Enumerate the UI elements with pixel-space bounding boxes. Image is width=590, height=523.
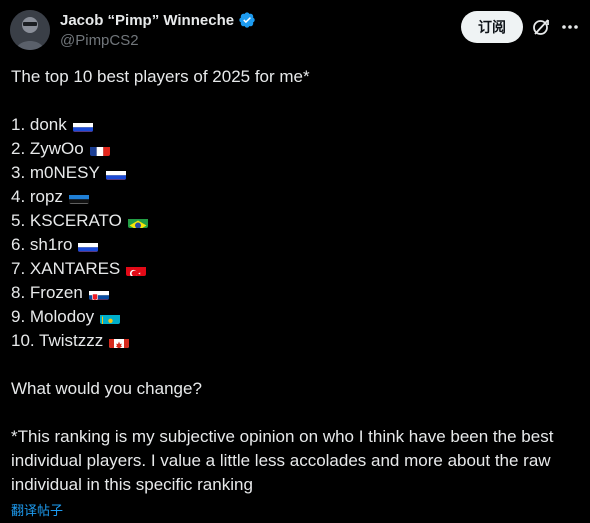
russia-flag-icon	[105, 167, 126, 180]
ranking-item-text: 9. Molodoy	[11, 307, 95, 326]
ranking-item-text: 8. Frozen	[11, 283, 83, 302]
ranking-item: 8. Frozen	[11, 281, 581, 305]
estonia-flag-icon	[68, 191, 89, 204]
brazil-flag-icon	[127, 215, 148, 228]
ranking-item: 1. donk	[11, 113, 581, 137]
avatar[interactable]	[10, 10, 50, 50]
kazakhstan-flag-icon	[100, 311, 121, 324]
translate-post-link[interactable]: 翻译帖子	[11, 500, 63, 519]
author-name-row[interactable]: Jacob “Pimp” Winneche	[60, 11, 256, 29]
subscribe-button[interactable]: 订阅	[461, 11, 523, 43]
ranking-item-text: 5. KSCERATO	[11, 211, 122, 230]
ranking-item-text: 10. Twistzzz	[11, 331, 104, 350]
post-body: The top 10 best players of 2025 for me* …	[11, 65, 581, 497]
more-icon[interactable]	[560, 17, 580, 37]
ranking-item-text: 4. ropz	[11, 187, 63, 206]
canada-flag-icon	[109, 335, 130, 348]
post-footnote: *This ranking is my subjective opinion o…	[11, 427, 554, 494]
ranking-item: 3. m0NESY	[11, 161, 581, 185]
post-question: What would you change?	[11, 379, 202, 398]
ranking-item: 7. XANTARES	[11, 257, 581, 281]
ranking-item: 5. KSCERATO	[11, 209, 581, 233]
ranking-item-text: 6. sh1ro	[11, 235, 73, 254]
author-handle[interactable]: @PimpCS2	[60, 32, 139, 49]
ranking-item-text: 2. ZywOo	[11, 139, 84, 158]
russia-flag-icon	[78, 239, 99, 252]
ranking-item: 6. sh1ro	[11, 233, 581, 257]
ranking-item-text: 3. m0NESY	[11, 163, 100, 182]
author-display-name[interactable]: Jacob “Pimp” Winneche	[60, 12, 234, 29]
ranking-item: 4. ropz	[11, 185, 581, 209]
grok-icon[interactable]	[531, 17, 551, 37]
russia-flag-icon	[72, 119, 93, 132]
post-intro: The top 10 best players of 2025 for me*	[11, 67, 310, 86]
post-header: Jacob “Pimp” Winneche @PimpCS2 订阅	[0, 0, 590, 60]
avatar-image	[10, 10, 50, 50]
france-flag-icon	[89, 143, 110, 156]
slovakia-flag-icon	[88, 287, 109, 300]
turkey-flag-icon	[126, 263, 147, 276]
ranking-item: 2. ZywOo	[11, 137, 581, 161]
ranking-item: 10. Twistzzz	[11, 329, 581, 353]
ranking-item-text: 7. XANTARES	[11, 259, 121, 278]
ranking-item-text: 1. donk	[11, 115, 67, 134]
verified-badge-icon	[238, 11, 256, 29]
ranking-item: 9. Molodoy	[11, 305, 581, 329]
